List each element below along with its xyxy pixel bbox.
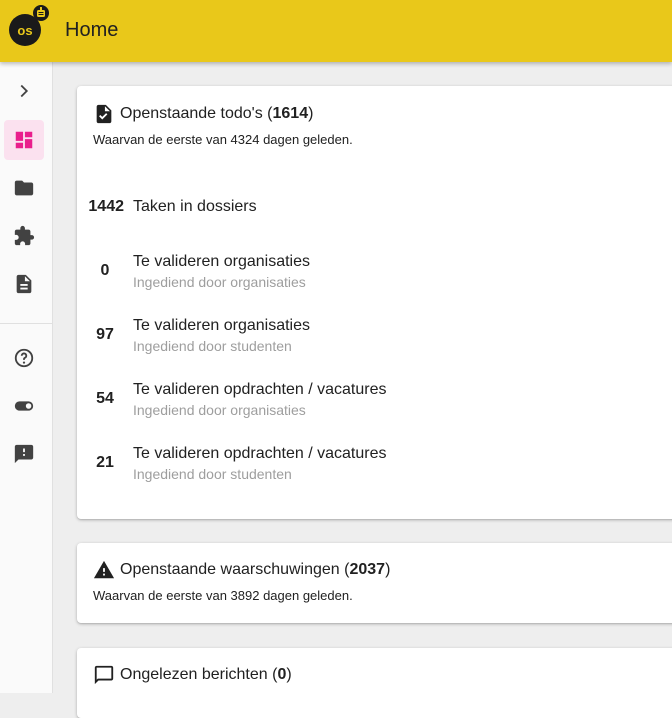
- sidebar-item-dashboard[interactable]: [4, 120, 44, 160]
- folder-icon: [14, 180, 34, 196]
- warnings-count: 2037: [349, 561, 386, 578]
- sidebar-item-folder[interactable]: [4, 168, 44, 208]
- todo-row-label: Taken in dossiers: [133, 198, 257, 215]
- logo-text: os: [17, 23, 32, 38]
- todo-row-count: 21: [96, 454, 114, 471]
- sidebar-item-feedback[interactable]: [4, 434, 44, 474]
- todo-row-assignments-by-students[interactable]: 21 Te valideren opdrachten / vacatures I…: [77, 443, 672, 491]
- todo-row-sublabel: Ingediend door studenten: [133, 338, 292, 354]
- sidebar-item-toggle[interactable]: [4, 386, 44, 426]
- document-icon: [16, 274, 32, 294]
- todo-row-label: Te valideren opdrachten / vacatures: [133, 381, 387, 398]
- chevron-right-icon: [20, 84, 29, 98]
- task-document-icon: [96, 104, 112, 124]
- dashboard-icon: [15, 131, 33, 149]
- todo-row-count: 1442: [88, 198, 124, 215]
- sidebar: [0, 62, 53, 693]
- messages-card: Ongelezen berichten (0): [77, 648, 672, 718]
- page-title: Home: [65, 19, 119, 41]
- message-icon: [94, 665, 114, 685]
- messages-card-header: Ongelezen berichten (0): [93, 664, 292, 686]
- warning-icon: [93, 560, 115, 579]
- todo-row-sublabel: Ingediend door organisaties: [133, 402, 306, 418]
- help-circle-icon: [14, 348, 34, 368]
- todos-card: Openstaande todo's (1614) Waarvan de eer…: [77, 86, 672, 519]
- warnings-card-title: Openstaande waarschuwingen (2037): [120, 561, 391, 578]
- todo-row-organisations-by-students[interactable]: 97 Te valideren organisaties Ingediend d…: [77, 315, 672, 363]
- sidebar-item-help[interactable]: [4, 338, 44, 378]
- messages-count: 0: [277, 666, 287, 683]
- todo-row-sublabel: Ingediend door organisaties: [133, 274, 306, 290]
- todo-row-organisations-by-orgs[interactable]: 0 Te valideren organisaties Ingediend do…: [77, 251, 672, 299]
- todo-row-assignments-by-orgs[interactable]: 54 Te valideren opdrachten / vacatures I…: [77, 379, 672, 427]
- todo-row-count: 97: [96, 326, 114, 343]
- sidebar-item-documents[interactable]: [4, 264, 44, 304]
- messages-card-title: Ongelezen berichten (0): [120, 666, 292, 683]
- sidebar-divider: [0, 323, 52, 324]
- todos-subtitle: Waarvan de eerste van 4324 dagen geleden…: [93, 132, 353, 147]
- todo-row-count: 54: [96, 390, 114, 407]
- todo-row-count: 0: [100, 262, 110, 279]
- todo-row-label: Te valideren organisaties: [133, 253, 310, 270]
- sidebar-expand-button[interactable]: [4, 71, 44, 111]
- feedback-icon: [14, 444, 34, 464]
- top-app-bar: os Home: [0, 0, 672, 62]
- puzzle-icon: [14, 225, 35, 246]
- sidebar-item-extensions[interactable]: [4, 216, 44, 256]
- warnings-subtitle: Waarvan de eerste van 3892 dagen geleden…: [93, 588, 353, 603]
- todo-row-label: Te valideren organisaties: [133, 317, 310, 334]
- warnings-card-header: Openstaande waarschuwingen (2037): [93, 559, 390, 581]
- todo-row-sublabel: Ingediend door studenten: [133, 466, 292, 482]
- todos-card-header: Openstaande todo's (1614): [93, 103, 313, 125]
- warnings-card: Openstaande waarschuwingen (2037) Waarva…: [77, 543, 672, 623]
- todos-card-title: Openstaande todo's (1614): [120, 105, 314, 122]
- toggle-icon: [14, 401, 34, 411]
- todo-row-dossiers[interactable]: 1442 Taken in dossiers: [77, 196, 672, 244]
- todo-row-label: Te valideren opdrachten / vacatures: [133, 445, 387, 462]
- todos-count: 1614: [272, 105, 309, 122]
- app-logo[interactable]: os: [8, 4, 54, 50]
